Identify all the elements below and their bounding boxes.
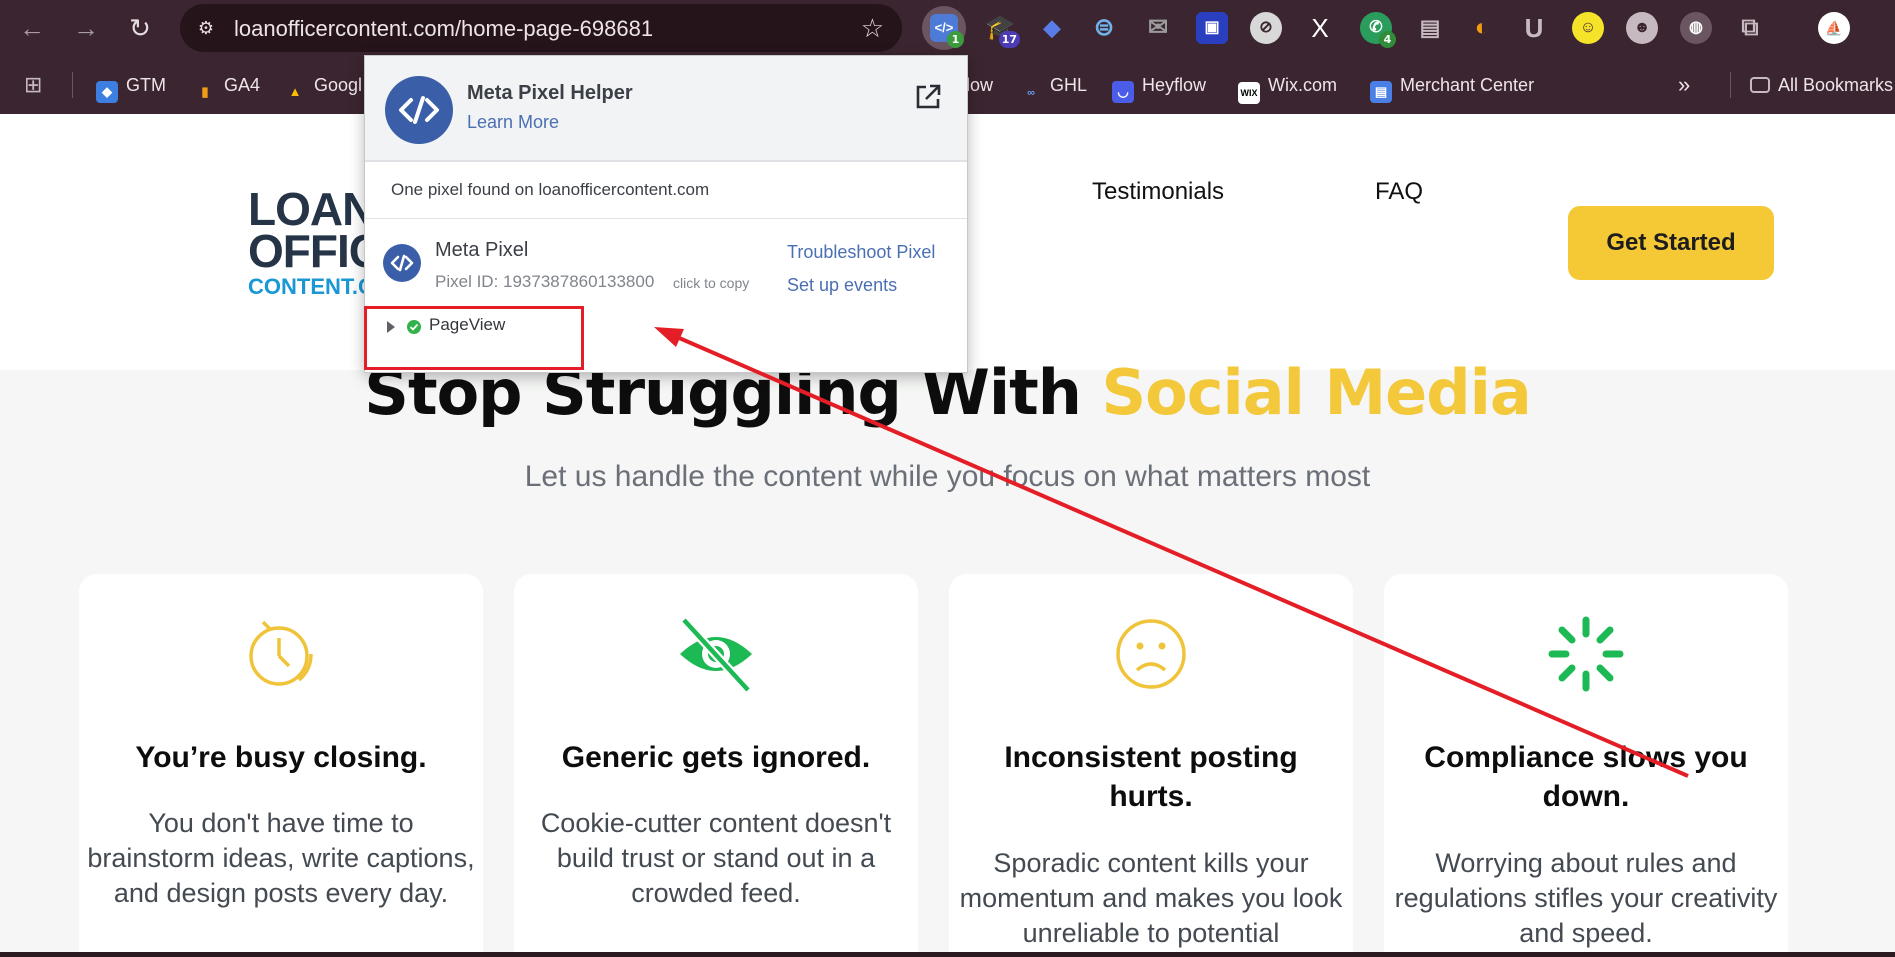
bookmark-label: GA4 <box>224 75 261 95</box>
bookmark-heyflow[interactable]: ◡ Heyflow <box>1112 72 1207 103</box>
address-bar[interactable]: ⚙ loanofficercontent.com/home-page-69868… <box>180 4 902 52</box>
tag-extension-icon[interactable]: ◆ <box>1036 12 1068 44</box>
bookmark-star-icon[interactable]: ☆ <box>861 13 884 44</box>
card-body: Worrying about rules and regulations sti… <box>1394 848 1778 948</box>
sad-face-icon <box>1116 619 1186 689</box>
bookmark-label: Googl <box>314 75 363 95</box>
click-to-copy-hint[interactable]: click to copy <box>673 275 749 291</box>
site-info-icon[interactable]: ⚙ <box>194 16 218 40</box>
bookmark-wix[interactable]: WIX Wix.com <box>1238 72 1337 104</box>
popup-title: Meta Pixel Helper <box>467 82 633 104</box>
card-body: Sporadic content kills your momentum and… <box>959 848 1343 948</box>
search-extension-icon[interactable]: ⊜ <box>1088 12 1120 44</box>
eye-slash-icon <box>680 616 752 694</box>
profile-avatar[interactable]: ⛵ <box>1818 12 1850 44</box>
ga4-icon: ▮ <box>201 84 209 99</box>
feature-card: Inconsistent posting hurts. Sporadic con… <box>949 574 1353 957</box>
site-logo[interactable]: LOAN OFFIC CONTENT.C <box>248 183 382 299</box>
print-extension-icon[interactable]: ▤ <box>1414 12 1446 44</box>
ghost-extension-icon[interactable]: ☺ <box>1572 12 1604 44</box>
get-started-button[interactable]: Get Started <box>1568 206 1774 280</box>
bookmark-ghl[interactable]: ∞ GHL <box>1020 72 1088 99</box>
bookmark-all-bookmarks[interactable]: All Bookmarks <box>1750 72 1893 98</box>
feature-card: You’re busy closing. You don't have time… <box>79 574 483 957</box>
hero-title-accent: Social Media <box>1101 356 1532 429</box>
mail-extension-icon[interactable]: ✉ <box>1142 12 1174 44</box>
half-circle-extension-icon[interactable]: ◐ <box>1466 12 1498 44</box>
pixel-name: Meta Pixel <box>435 239 529 261</box>
divider <box>1730 72 1731 98</box>
open-external-icon[interactable] <box>913 82 943 112</box>
card-body: You don't have time to brainstorm ideas,… <box>87 808 475 908</box>
reload-icon[interactable]: ↻ <box>122 10 158 46</box>
browser-window: ← → ↻ ⚙ loanofficercontent.com/home-page… <box>0 0 1895 957</box>
meta-pixel-logo-icon <box>385 76 453 144</box>
grad-cap-extension-icon[interactable]: 🎓 17 <box>984 12 1020 48</box>
divider <box>365 218 967 219</box>
ghl-icon: ∞ <box>1027 87 1035 99</box>
globe-extension-icon[interactable]: ◍ <box>1680 12 1712 44</box>
set-up-events-link[interactable]: Set up events <box>787 275 897 296</box>
hero-subtitle: Let us handle the content while you focu… <box>524 460 1371 493</box>
bookmark-label: Merchant Center <box>1400 75 1535 95</box>
bookmark-merchant-center[interactable]: ▤ Merchant Center <box>1370 72 1535 103</box>
card-title: Inconsistent posting hurts. <box>1004 741 1298 813</box>
extension-badge: 4 <box>1379 31 1396 48</box>
bookmark-label: GTM <box>126 75 166 95</box>
card-body: Cookie-cutter content doesn't build trus… <box>540 808 892 908</box>
bookmark-flow[interactable]: low <box>966 72 993 98</box>
back-icon[interactable]: ← <box>14 10 50 46</box>
taskbar-edge <box>0 952 1895 957</box>
screen-extension-icon[interactable]: ▣ <box>1196 12 1228 44</box>
chat-extension-icon[interactable]: ✆ 4 <box>1360 12 1396 48</box>
heyflow-icon: ◡ <box>1112 81 1134 103</box>
meta-pixel-helper-extension-icon[interactable]: </> 1 <box>922 6 966 50</box>
spinner-icon <box>1548 616 1624 692</box>
forward-icon[interactable]: → <box>68 10 104 46</box>
card-title: Generic gets ignored. <box>561 741 871 774</box>
logo-text-line1: LOAN <box>248 183 375 235</box>
apps-grid-icon[interactable]: ⊞ <box>24 72 42 98</box>
x-extension-icon[interactable]: X <box>1304 12 1336 44</box>
bookmark-label: All Bookmarks <box>1778 75 1894 95</box>
divider <box>72 72 73 98</box>
nav-faq[interactable]: FAQ <box>1375 178 1423 206</box>
card-title: Compliance slows you down. <box>1424 741 1748 813</box>
folder-icon <box>1750 77 1770 93</box>
pixel-found-text: One pixel found on loanofficercontent.co… <box>391 180 710 199</box>
url-text[interactable]: loanofficercontent.com/home-page-698681 <box>234 16 653 42</box>
logo-text-line2: OFFIC <box>248 225 382 278</box>
annotation-highlight-box <box>364 306 584 370</box>
bookmark-label: Wix.com <box>1268 75 1337 95</box>
u-extension-icon[interactable]: U <box>1518 12 1550 44</box>
pixel-id[interactable]: Pixel ID: 1937387860133800 <box>435 272 654 292</box>
card-title: You’re busy closing. <box>135 741 427 774</box>
bookmark-label: low <box>966 75 994 95</box>
feature-card: Generic gets ignored. Cookie-cutter cont… <box>514 574 918 957</box>
extension-badge: 1 <box>947 31 964 48</box>
troubleshoot-pixel-link[interactable]: Troubleshoot Pixel <box>787 242 935 263</box>
gtm-icon: ◆ <box>96 81 118 103</box>
clock-icon <box>249 620 313 686</box>
feature-card: Compliance slows you down. Worrying abou… <box>1384 574 1788 957</box>
meta-pixel-small-icon <box>383 244 421 282</box>
bookmark-ga4[interactable]: ▮ GA4 <box>194 72 261 99</box>
bookmark-google[interactable]: ▲ Googl <box>284 72 363 99</box>
learn-more-link[interactable]: Learn More <box>467 112 559 133</box>
logo-text-line3: CONTENT.C <box>248 273 374 299</box>
browser-toolbar: ← → ↻ ⚙ loanofficercontent.com/home-page… <box>0 0 1895 56</box>
extension-badge: 17 <box>998 31 1020 48</box>
merchant-center-icon: ▤ <box>1370 81 1392 103</box>
link-extension-icon[interactable]: ⊘ <box>1250 12 1282 44</box>
popup-header: Meta Pixel Helper Learn More <box>365 56 967 162</box>
bookmark-label: GHL <box>1050 75 1088 95</box>
google-ads-icon: ▲ <box>288 84 302 99</box>
robot-extension-icon[interactable]: ☻ <box>1626 12 1658 44</box>
bookmarks-overflow-icon[interactable]: » <box>1678 72 1690 98</box>
bookmark-gtm[interactable]: ◆ GTM <box>96 72 166 103</box>
wix-icon: WIX <box>1238 82 1260 104</box>
bookmark-label: Heyflow <box>1142 75 1207 95</box>
nav-testimonials[interactable]: Testimonials <box>1092 178 1224 206</box>
puzzle-extensions-icon[interactable]: ⧉ <box>1734 12 1766 44</box>
